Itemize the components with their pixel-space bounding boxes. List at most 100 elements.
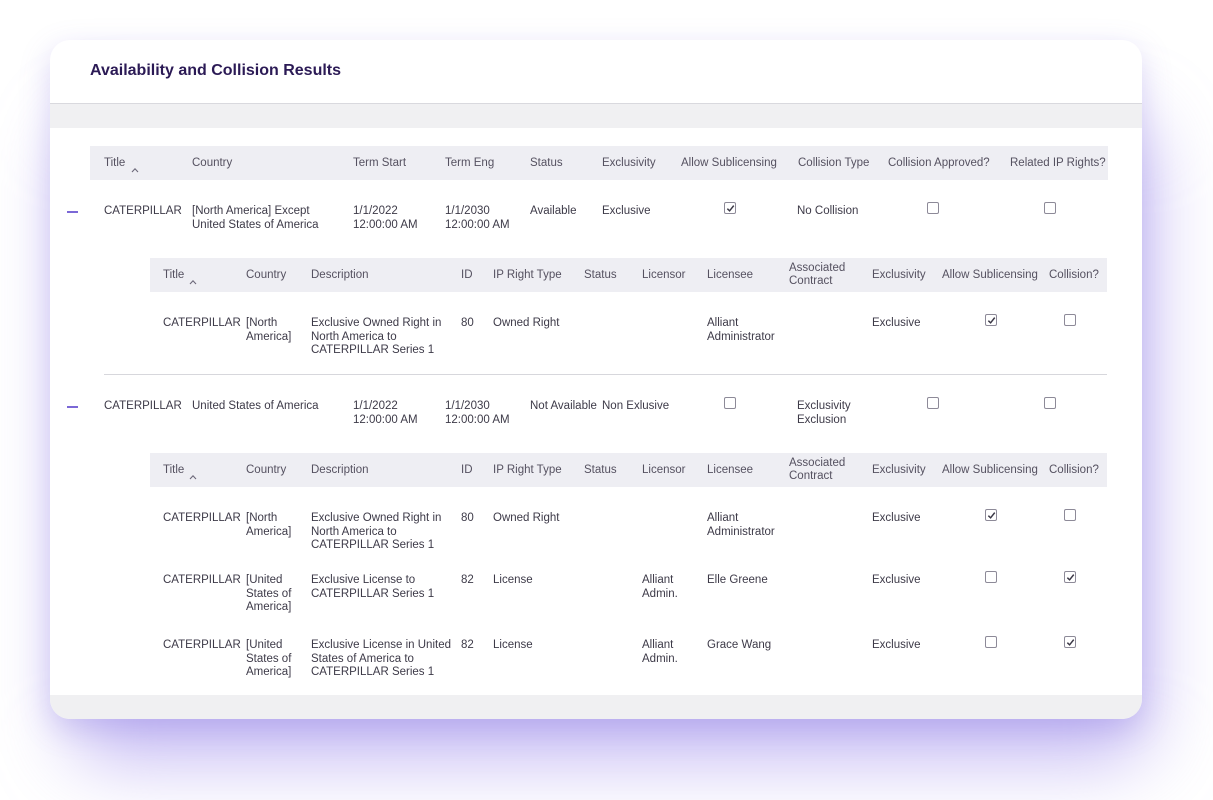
row-allow-sublicensing-checkbox[interactable] [724,397,736,409]
col-term-start[interactable]: Term Start [353,157,406,170]
col-licensor[interactable]: Licensor [642,464,685,477]
right-title: CATERPILLAR [163,512,241,524]
col-allow-sublicensing[interactable]: Allow Sublicensing [942,464,1038,477]
right-collision-checkbox[interactable] [1064,571,1076,583]
right-country: [North America] [246,317,292,343]
row-collision-approved-checkbox[interactable] [927,202,939,214]
col-id[interactable]: ID [461,464,473,477]
col-collision[interactable]: Collision? [1049,464,1099,477]
right-description: Exclusive License to CATERPILLAR Series … [311,574,435,600]
right-exclusivity: Exclusive [872,574,921,586]
results-card: Availability and Collision Results Title… [50,40,1142,719]
col-collision-type[interactable]: Collision Type [798,157,869,170]
collapse-toggle-icon[interactable] [67,211,78,213]
col-allow-sublicensing[interactable]: Allow Sublicensing [681,157,777,170]
col-term-end[interactable]: Term Eng [445,157,494,170]
col-ip-right-type[interactable]: IP Right Type [493,464,562,477]
col-description[interactable]: Description [311,464,369,477]
right-description: Exclusive Owned Right in North America t… [311,512,442,551]
right-collision-checkbox[interactable] [1064,314,1076,326]
row-exclusivity: Exclusive [602,205,651,217]
col-exclusivity[interactable]: Exclusivity [602,157,656,170]
row-country: [North America] Except United States of … [192,205,319,231]
row-title: CATERPILLAR [104,400,182,412]
card-header: Availability and Collision Results [50,40,1142,104]
row-term-start: 1/1/2022 12:00:00 AM [353,205,418,231]
row-exclusivity: Non Exlusive [602,400,670,412]
right-exclusivity: Exclusive [872,317,921,329]
group-divider [104,374,1107,375]
col-licensor[interactable]: Licensor [642,269,685,282]
col-title[interactable]: Title [163,269,184,282]
row-term-end: 1/1/2030 12:00:00 AM [445,205,510,231]
col-status[interactable]: Status [584,269,617,282]
sort-ascending-icon[interactable] [131,160,139,178]
right-country: [United States of America] [246,574,292,613]
col-exclusivity[interactable]: Exclusivity [872,269,926,282]
right-exclusivity: Exclusive [872,639,921,651]
col-country[interactable]: Country [246,269,286,282]
col-collision[interactable]: Collision? [1049,269,1099,282]
right-country: [North America] [246,512,292,538]
right-id: 80 [461,512,474,524]
right-ip-right-type: License [493,639,533,651]
row-collision-approved-checkbox[interactable] [927,397,939,409]
row-collision-type: Exclusivity Exclusion [797,400,851,426]
right-allow-sublicensing-checkbox[interactable] [985,636,997,648]
header-band [50,104,1142,128]
row-related-ip-checkbox[interactable] [1044,202,1056,214]
page-title: Availability and Collision Results [90,62,342,79]
col-exclusivity[interactable]: Exclusivity [872,464,926,477]
col-title[interactable]: Title [163,464,184,477]
sort-ascending-icon[interactable] [189,467,197,485]
col-country[interactable]: Country [192,157,232,170]
col-associated-contract[interactable]: Associated Contract [789,457,851,483]
col-licensee[interactable]: Licensee [707,464,753,477]
col-associated-contract[interactable]: Associated Contract [789,262,851,288]
row-collision-type: No Collision [797,205,859,217]
row-title: CATERPILLAR [104,205,182,217]
right-licensee: Elle Greene [707,574,768,586]
right-description: Exclusive License in United States of Am… [311,639,451,678]
right-allow-sublicensing-checkbox[interactable] [985,509,997,521]
row-allow-sublicensing-checkbox[interactable] [724,202,736,214]
col-description[interactable]: Description [311,269,369,282]
col-licensee[interactable]: Licensee [707,269,753,282]
right-ip-right-type: License [493,574,533,586]
col-title[interactable]: Title [104,157,125,170]
col-allow-sublicensing[interactable]: Allow Sublicensing [942,269,1038,282]
right-country: [United States of America] [246,639,292,678]
sort-ascending-icon[interactable] [189,272,197,290]
right-allow-sublicensing-checkbox[interactable] [985,314,997,326]
row-term-start: 1/1/2022 12:00:00 AM [353,400,418,426]
col-status[interactable]: Status [530,157,563,170]
row-term-end: 1/1/2030 12:00:00 AM [445,400,510,426]
right-licensee: Grace Wang [707,639,772,651]
col-related-ip-rights[interactable]: Related IP Rights? [1010,157,1106,170]
right-id: 82 [461,639,474,651]
right-exclusivity: Exclusive [872,512,921,524]
right-title: CATERPILLAR [163,574,241,586]
col-country[interactable]: Country [246,464,286,477]
right-licensee: Alliant Administrator [707,512,775,538]
right-allow-sublicensing-checkbox[interactable] [985,571,997,583]
collapse-toggle-icon[interactable] [67,406,78,408]
row-related-ip-checkbox[interactable] [1044,397,1056,409]
right-description: Exclusive Owned Right in North America t… [311,317,442,356]
row-status: Not Available [530,400,597,412]
right-collision-checkbox[interactable] [1064,509,1076,521]
col-id[interactable]: ID [461,269,473,282]
row-status: Available [530,205,577,217]
right-ip-right-type: Owned Right [493,317,560,329]
card-footer [50,695,1142,719]
right-title: CATERPILLAR [163,317,241,329]
right-title: CATERPILLAR [163,639,241,651]
col-ip-right-type[interactable]: IP Right Type [493,269,562,282]
right-id: 80 [461,317,474,329]
row-country: United States of America [192,400,319,412]
right-licensor: Alliant Admin. [642,574,678,600]
col-status[interactable]: Status [584,464,617,477]
right-licensor: Alliant Admin. [642,639,678,665]
right-collision-checkbox[interactable] [1064,636,1076,648]
col-collision-approved[interactable]: Collision Approved? [888,157,990,170]
